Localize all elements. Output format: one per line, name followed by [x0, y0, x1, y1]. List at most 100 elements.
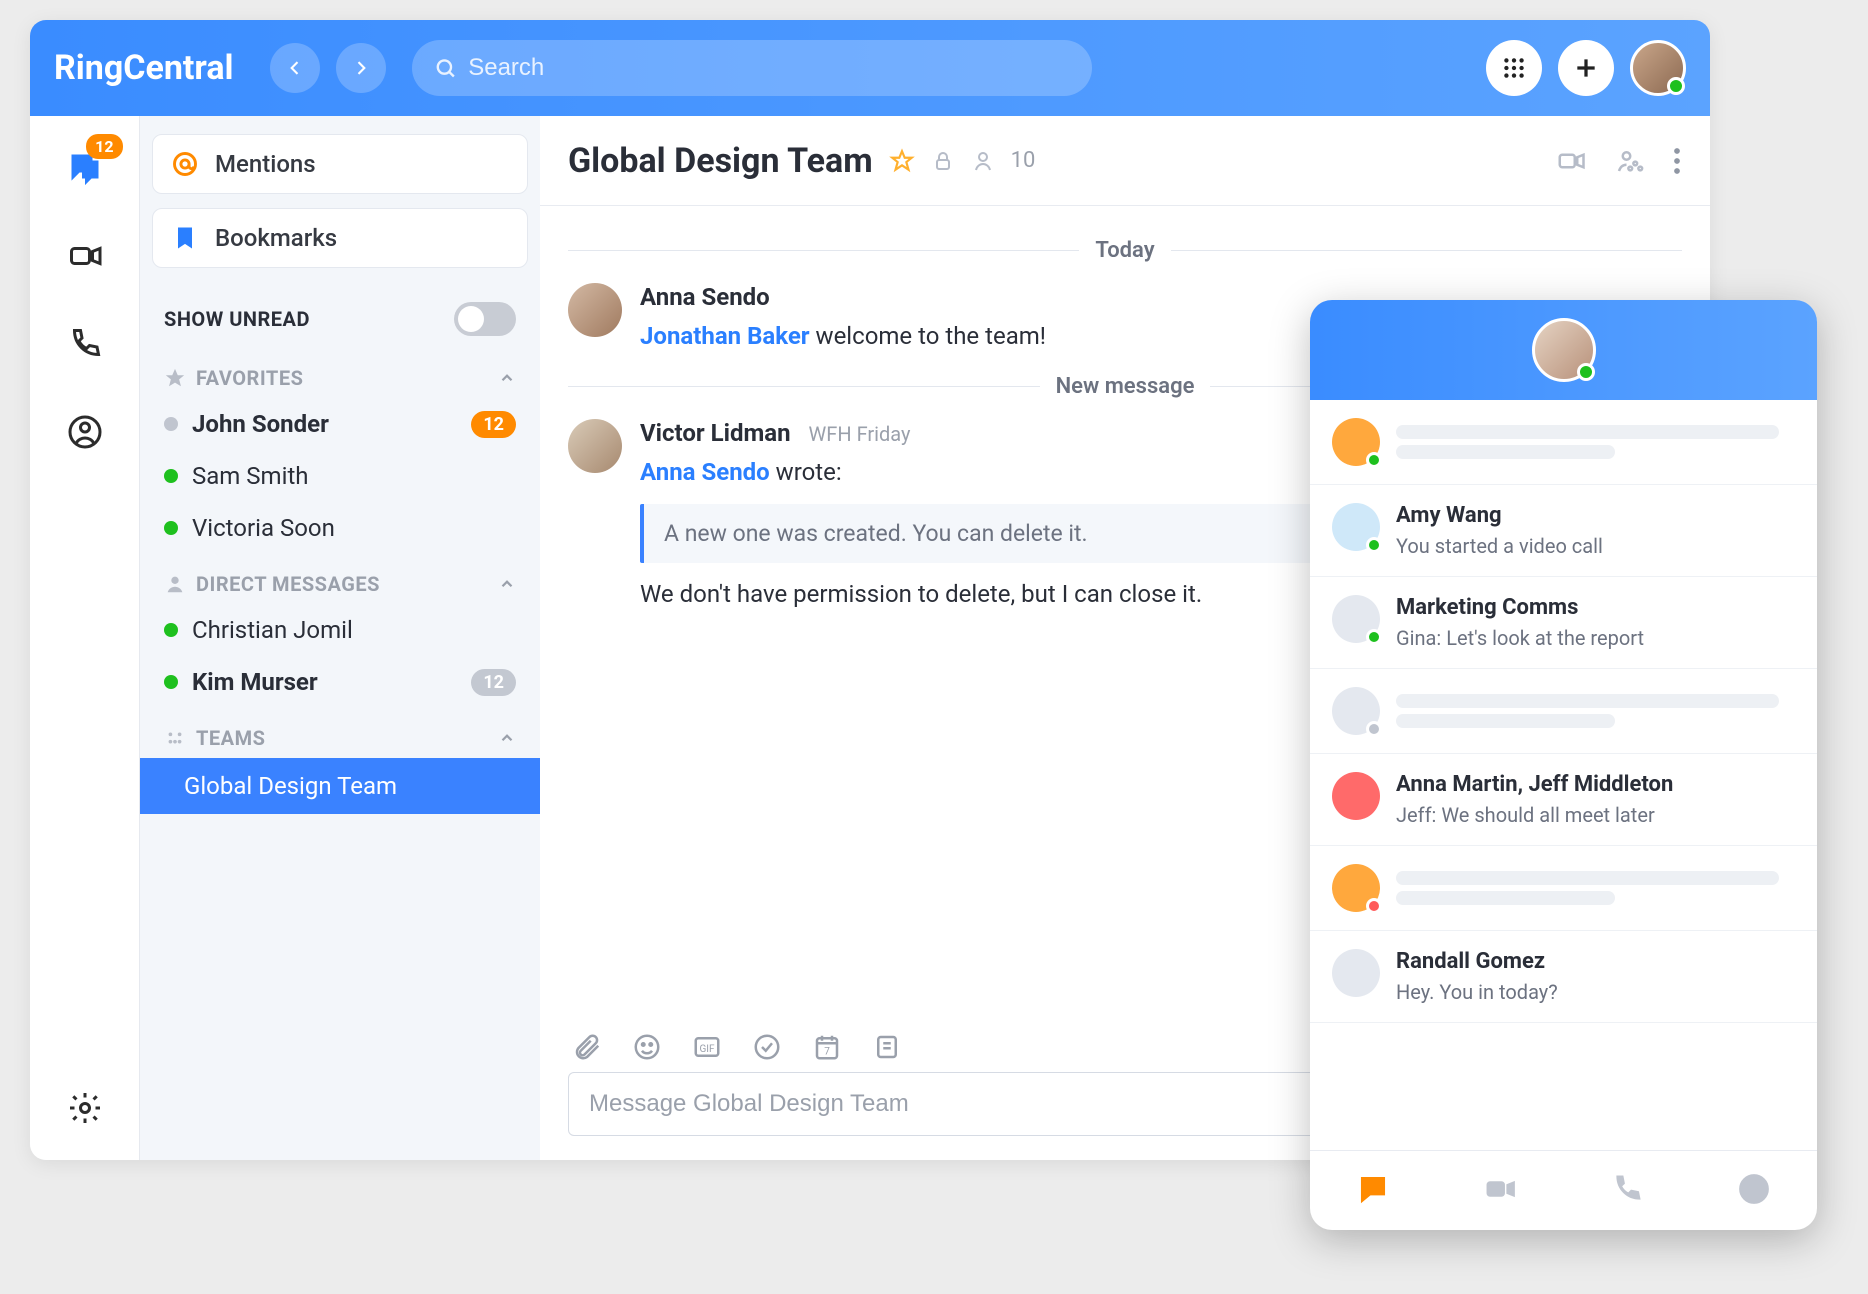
- calendar-icon[interactable]: 7: [812, 1032, 842, 1062]
- star-icon: [164, 367, 186, 389]
- add-member-icon[interactable]: [1614, 146, 1644, 176]
- attach-icon[interactable]: [572, 1032, 602, 1062]
- mobile-conversation-row[interactable]: Amy WangYou started a video call: [1310, 485, 1817, 577]
- rail-contacts[interactable]: [61, 408, 109, 456]
- show-unread-toggle[interactable]: [454, 302, 516, 336]
- conversation-item[interactable]: Sam Smith: [152, 450, 528, 502]
- svg-text:GIF: GIF: [699, 1044, 715, 1055]
- unread-badge: 12: [471, 669, 516, 696]
- mention-link[interactable]: Jonathan Baker: [640, 322, 810, 350]
- presence-dot-icon: [1366, 452, 1382, 468]
- presence-dot-icon: [1366, 898, 1382, 914]
- start-video-icon[interactable]: [1556, 146, 1586, 176]
- message-author: Victor Lidman: [640, 419, 791, 447]
- mobile-tabbar: [1310, 1150, 1817, 1230]
- mobile-conversation-row[interactable]: Anna Martin, Jeff Middleton Jeff: We shou…: [1310, 754, 1817, 846]
- search-input[interactable]: [468, 54, 1069, 82]
- skeleton-line: [1396, 871, 1779, 885]
- mobile-conversation-list: Amy WangYou started a video callMarketin…: [1310, 400, 1817, 1150]
- conversation-subtitle: Jeff: We should all meet later: [1396, 803, 1795, 827]
- section-dm-header[interactable]: DIRECT MESSAGES: [152, 554, 528, 604]
- teams-label: TEAMS: [196, 726, 265, 750]
- message-subtitle: WFH Friday: [809, 422, 911, 446]
- skeleton-line: [1396, 891, 1615, 905]
- gif-icon[interactable]: GIF: [692, 1032, 722, 1062]
- mobile-conversation-row[interactable]: Randall GomezHey. You in today?: [1310, 931, 1817, 1023]
- presence-dot-icon: [1577, 363, 1595, 381]
- rail-messages[interactable]: 12: [61, 144, 109, 192]
- message-avatar[interactable]: [568, 419, 622, 473]
- search-icon: [434, 56, 457, 80]
- phone-icon: [67, 326, 103, 362]
- message-avatar[interactable]: [568, 283, 622, 337]
- mobile-avatar[interactable]: [1532, 318, 1596, 382]
- task-icon[interactable]: [752, 1032, 782, 1062]
- chevron-up-icon: [498, 729, 516, 747]
- new-button[interactable]: [1558, 40, 1614, 96]
- dm-label: DIRECT MESSAGES: [196, 572, 380, 596]
- note-icon[interactable]: [872, 1032, 902, 1062]
- person-icon: [164, 573, 186, 595]
- nav-forward-button[interactable]: [336, 43, 386, 93]
- plus-icon: [1573, 55, 1599, 81]
- conversation-title: Anna Martin, Jeff Middleton: [1396, 772, 1795, 797]
- presence-dot-icon: [164, 675, 178, 689]
- quote-author[interactable]: Anna Sendo: [640, 458, 770, 486]
- conversation-item[interactable]: John Sonder12: [152, 398, 528, 450]
- section-teams-header[interactable]: TEAMS: [152, 708, 528, 758]
- conversation-avatar: [1332, 418, 1380, 466]
- mentions-button[interactable]: Mentions: [152, 134, 528, 194]
- mobile-tab-phone[interactable]: [1610, 1172, 1644, 1210]
- star-outline-icon[interactable]: [889, 148, 915, 174]
- conversation-avatar: [1332, 864, 1380, 912]
- nav-rail: 12: [30, 116, 140, 1160]
- members-icon[interactable]: [971, 149, 995, 173]
- conversation-item[interactable]: Christian Jomil: [152, 604, 528, 656]
- conversation-subtitle: Hey. You in today?: [1396, 980, 1795, 1004]
- mobile-tab-contacts[interactable]: [1737, 1172, 1771, 1210]
- rail-settings[interactable]: [61, 1084, 109, 1132]
- mobile-conversation-row[interactable]: Marketing CommsGina: Let's look at the r…: [1310, 577, 1817, 669]
- search-bar[interactable]: [412, 40, 1092, 96]
- divider-today: Today: [568, 238, 1682, 263]
- conversation-avatar: [1332, 772, 1380, 820]
- presence-dot-icon: [1366, 721, 1382, 737]
- conversation-item[interactable]: Global Design Team: [140, 758, 540, 814]
- rail-phone[interactable]: [61, 320, 109, 368]
- nav-back-button[interactable]: [270, 43, 320, 93]
- mobile-preview: Amy WangYou started a video callMarketin…: [1310, 300, 1817, 1230]
- dialpad-icon: [1501, 55, 1527, 81]
- conversation-avatar: [1332, 595, 1380, 643]
- gear-icon: [67, 1090, 103, 1126]
- presence-dot-icon: [1366, 537, 1382, 553]
- conversation-name: Victoria Soon: [192, 514, 335, 542]
- mobile-tab-messages[interactable]: [1356, 1172, 1390, 1210]
- conversation-item[interactable]: Victoria Soon: [152, 502, 528, 554]
- section-favorites-header[interactable]: FAVORITES: [152, 348, 528, 398]
- show-unread-label: SHOW UNREAD: [164, 307, 310, 331]
- rail-video[interactable]: [61, 232, 109, 280]
- dialpad-button[interactable]: [1486, 40, 1542, 96]
- profile-avatar[interactable]: [1630, 40, 1686, 96]
- skeleton-line: [1396, 714, 1615, 728]
- mobile-conversation-row[interactable]: [1310, 846, 1817, 931]
- mentions-label: Mentions: [215, 150, 316, 178]
- member-count: 10: [1011, 148, 1036, 173]
- conversation-item[interactable]: Kim Murser12: [152, 656, 528, 708]
- lock-icon: [931, 149, 955, 173]
- conversation-title: Amy Wang: [1396, 503, 1795, 528]
- mobile-header: [1310, 300, 1817, 400]
- mobile-conversation-row[interactable]: [1310, 669, 1817, 754]
- chat-header: Global Design Team 10: [540, 116, 1710, 206]
- mention-icon: [171, 150, 199, 178]
- mobile-conversation-row[interactable]: [1310, 400, 1817, 485]
- bookmarks-button[interactable]: Bookmarks: [152, 208, 528, 268]
- contact-icon: [67, 414, 103, 450]
- bookmarks-label: Bookmarks: [215, 224, 337, 252]
- chevron-right-icon: [351, 58, 371, 78]
- mobile-tab-video[interactable]: [1483, 1172, 1517, 1210]
- chevron-up-icon: [498, 575, 516, 593]
- emoji-icon[interactable]: [632, 1032, 662, 1062]
- conversation-name: Sam Smith: [192, 462, 309, 490]
- more-icon[interactable]: [1672, 146, 1682, 176]
